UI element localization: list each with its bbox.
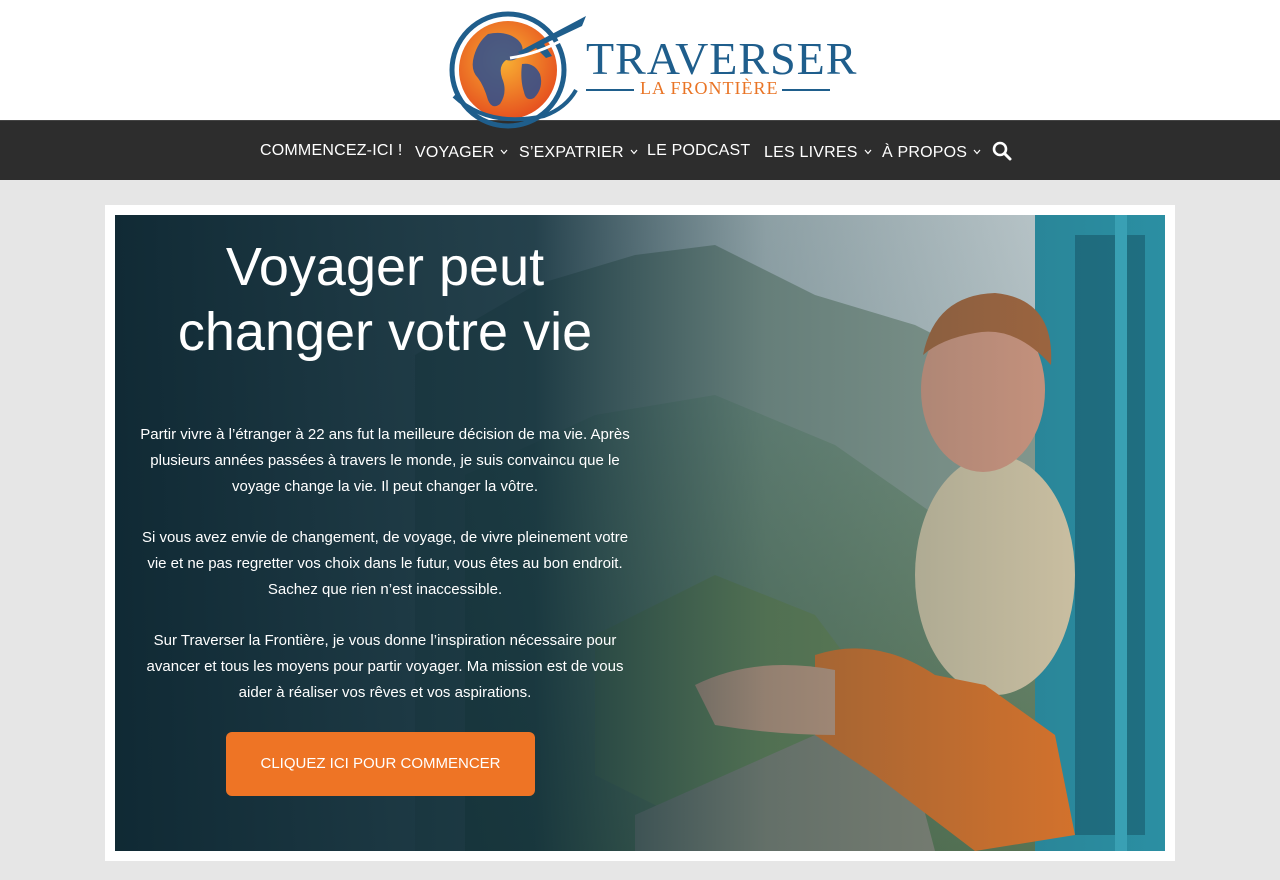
- nav-item-label: LES LIVRES: [764, 144, 858, 161]
- nav-item-a-propos[interactable]: À PROPOS: [882, 121, 981, 181]
- chevron-down-icon: [973, 121, 981, 181]
- nav-item-label: LE PODCAST: [647, 142, 751, 159]
- hero-banner: Voyager peut changer votre vie Partir vi…: [115, 215, 1165, 851]
- globe-plane-icon: [449, 11, 586, 129]
- hero-paragraph-3: Sur Traverser la Frontière, je vous donn…: [146, 632, 624, 701]
- hero-title: Voyager peut changer votre vie: [135, 235, 635, 365]
- hero-title-line2: changer votre vie: [177, 302, 593, 362]
- hero-title-line1: Voyager peut: [225, 237, 545, 297]
- hero-paragraph-2: Si vous avez envie de changement, de voy…: [141, 529, 629, 598]
- chevron-down-icon: [864, 121, 872, 181]
- start-here-button[interactable]: CLIQUEZ ICI POUR COMMENCER: [226, 732, 535, 796]
- hero-paragraph-1: Partir vivre à l’étranger à 22 ans fut l…: [140, 426, 630, 495]
- nav-item-label: À PROPOS: [882, 144, 968, 161]
- nav-item-commencez-ici[interactable]: COMMENCEZ-ICI !: [260, 121, 403, 181]
- nav-item-label: COMMENCEZ-ICI !: [260, 142, 403, 159]
- logo-underline: [586, 89, 830, 91]
- site-logo[interactable]: TRAVERSER LA FRONTIÈRE: [448, 4, 856, 132]
- hero-text-block: Voyager peut changer votre vie Partir vi…: [115, 215, 655, 851]
- nav-item-label: VOYAGER: [415, 144, 495, 161]
- hero-frame: Voyager peut changer votre vie Partir vi…: [105, 205, 1175, 861]
- search-icon[interactable]: [990, 139, 1014, 163]
- nav-item-label: S’EXPATRIER: [519, 144, 624, 161]
